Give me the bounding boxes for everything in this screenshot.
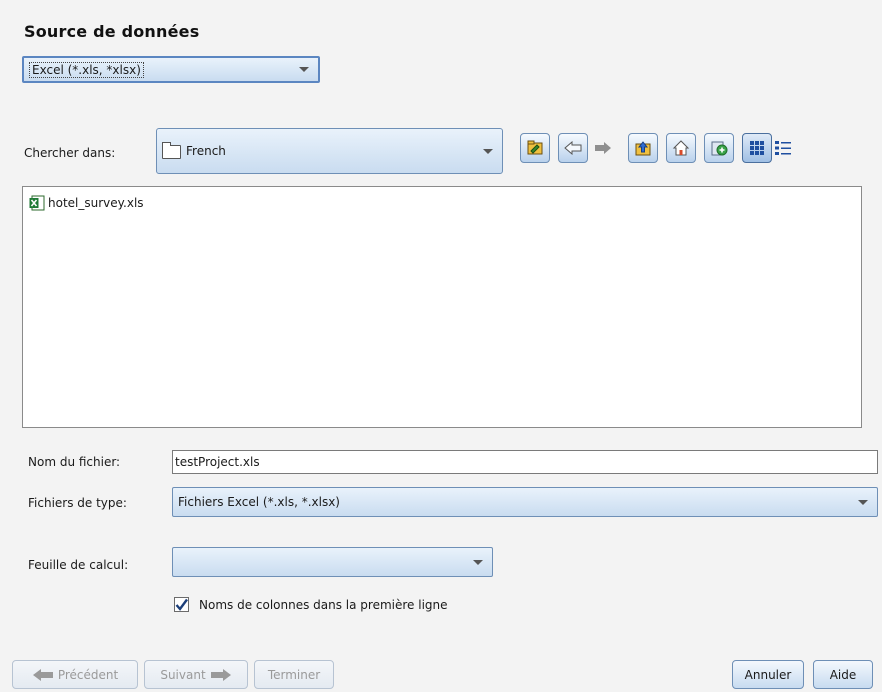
home-button[interactable] — [666, 133, 696, 163]
previous-button[interactable]: Précédent — [12, 660, 138, 689]
cancel-label: Annuler — [744, 667, 792, 682]
help-button[interactable]: Aide — [813, 660, 873, 689]
column-names-label: Noms de colonnes dans la première ligne — [199, 598, 448, 612]
forward-button[interactable] — [588, 133, 618, 163]
previous-label: Précédent — [57, 667, 119, 682]
filetype-select[interactable]: Fichiers Excel (*.xls, *.xlsx) — [172, 487, 878, 517]
back-button[interactable] — [558, 133, 588, 163]
chevron-down-icon — [858, 499, 868, 505]
home-icon — [672, 140, 690, 156]
forward-arrow-icon — [210, 668, 231, 681]
file-toolbar — [520, 133, 870, 163]
filetype-value: Fichiers Excel (*.xls, *.xlsx) — [178, 495, 340, 509]
page-title: Source de données — [24, 22, 200, 41]
back-arrow-icon — [564, 141, 582, 155]
look-in-select[interactable]: French — [156, 128, 503, 174]
help-label: Aide — [829, 667, 857, 682]
checkmark-icon — [175, 598, 188, 611]
column-names-checkbox[interactable] — [174, 597, 189, 612]
forward-arrow-icon — [595, 142, 611, 154]
finish-label: Terminer — [267, 667, 321, 682]
filename-value: testProject.xls — [175, 455, 260, 469]
search-folder-icon — [527, 140, 543, 155]
cancel-button[interactable]: Annuler — [732, 660, 804, 689]
excel-file-icon — [29, 195, 45, 211]
chevron-down-icon — [483, 148, 493, 154]
details-view-icon — [775, 141, 791, 155]
finish-button[interactable]: Terminer — [254, 660, 334, 689]
chevron-down-icon — [473, 559, 483, 565]
chevron-down-icon — [299, 67, 309, 72]
filename-label: Nom du fichier: — [28, 455, 121, 469]
folder-icon — [162, 142, 181, 159]
filename-field[interactable]: testProject.xls — [172, 450, 878, 474]
file-name: hotel_survey.xls — [48, 196, 144, 210]
next-label: Suivant — [160, 667, 206, 682]
filetype-label: Fichiers de type: — [28, 496, 127, 510]
back-arrow-icon — [32, 668, 53, 681]
next-button[interactable]: Suivant — [144, 660, 248, 689]
look-in-folder: French — [186, 144, 226, 158]
new-folder-button[interactable] — [704, 133, 734, 163]
up-folder-icon — [635, 141, 651, 156]
grid-view-icon — [750, 141, 764, 155]
data-source-select[interactable]: Excel (*.xls, *xlsx) — [22, 56, 320, 83]
file-list[interactable]: hotel_survey.xls — [22, 186, 862, 428]
up-folder-button[interactable] — [628, 133, 658, 163]
data-source-value: Excel (*.xls, *xlsx) — [29, 61, 144, 78]
list-item[interactable]: hotel_survey.xls — [29, 195, 144, 211]
details-view-button[interactable] — [768, 133, 798, 163]
sheet-select[interactable] — [172, 547, 493, 577]
sheet-label: Feuille de calcul: — [28, 558, 129, 572]
look-in-label: Chercher dans: — [24, 146, 116, 160]
new-folder-icon — [711, 141, 728, 156]
search-folder-button[interactable] — [520, 133, 550, 163]
